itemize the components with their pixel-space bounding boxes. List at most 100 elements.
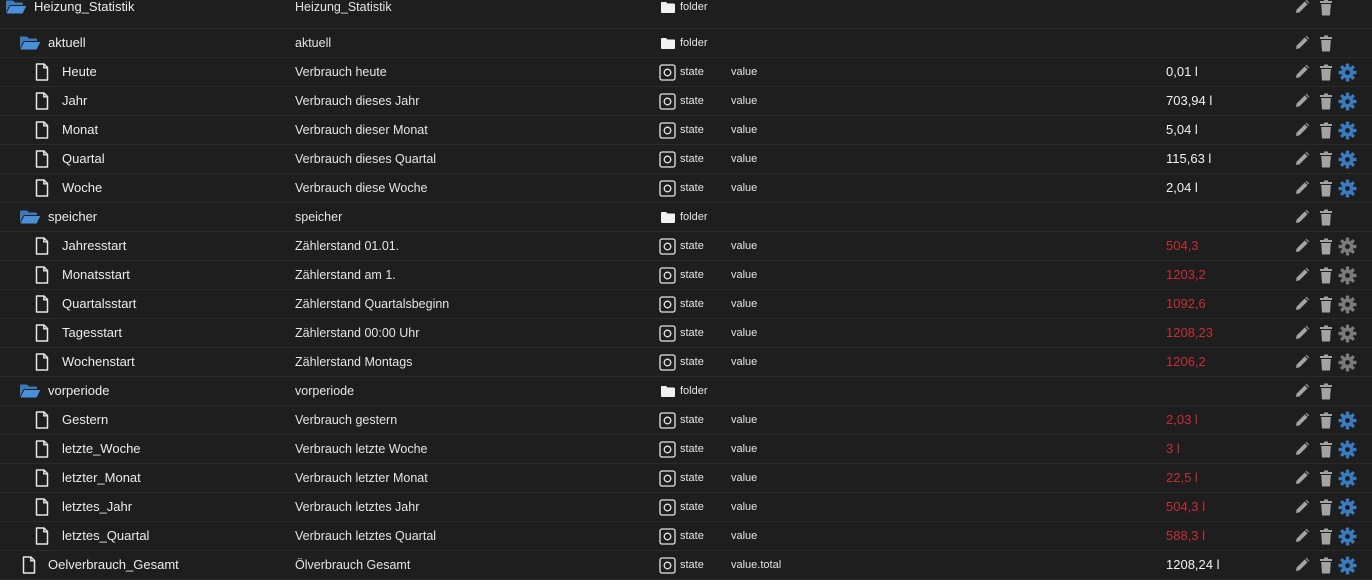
trash-icon[interactable] [1319, 261, 1333, 289]
pencil-icon[interactable] [1294, 203, 1310, 231]
gear-icon[interactable] [1338, 145, 1357, 173]
trash-icon[interactable] [1319, 232, 1333, 260]
file-icon [35, 145, 49, 173]
state-row[interactable]: Woche Verbrauch diese Woche state value 2,04… [0, 174, 1372, 203]
trash-icon[interactable] [1319, 348, 1333, 376]
state-value[interactable]: 504,3 [1166, 232, 1199, 260]
trash-icon[interactable] [1319, 58, 1333, 86]
folder-row[interactable]: aktuell aktuell folder [0, 29, 1372, 58]
pencil-icon[interactable] [1294, 290, 1310, 318]
trash-icon[interactable] [1319, 290, 1333, 318]
trash-icon[interactable] [1319, 0, 1333, 21]
state-value[interactable]: 588,3 l [1166, 522, 1205, 550]
state-row[interactable]: Oelverbrauch_Gesamt Ölverbrauch Gesamt sta… [0, 551, 1372, 580]
gear-icon[interactable] [1338, 435, 1357, 463]
state-value[interactable]: 3 l [1166, 435, 1180, 463]
state-row[interactable]: Jahresstart Zählerstand 01.01. state value 5… [0, 232, 1372, 261]
trash-icon[interactable] [1319, 145, 1333, 173]
trash-icon[interactable] [1319, 377, 1333, 405]
gear-icon[interactable] [1338, 87, 1357, 115]
pencil-icon[interactable] [1294, 551, 1310, 579]
state-value[interactable]: 0,01 l [1166, 58, 1198, 86]
folder-open-icon[interactable] [19, 377, 41, 405]
state-icon [659, 116, 676, 144]
state-value[interactable]: 1208,23 [1166, 319, 1213, 347]
folder-open-icon[interactable] [5, 0, 27, 21]
state-row[interactable]: Monat Verbrauch dieser Monat state value 5,0… [0, 116, 1372, 145]
trash-icon[interactable] [1319, 522, 1333, 550]
pencil-icon[interactable] [1294, 377, 1310, 405]
object-role: value [731, 95, 758, 107]
trash-icon[interactable] [1319, 464, 1333, 492]
state-row[interactable]: Gestern Verbrauch gestern state value 2,03 l [0, 406, 1372, 435]
trash-icon[interactable] [1319, 319, 1333, 347]
state-row[interactable]: Heute Verbrauch heute state value 0,01 l [0, 58, 1372, 87]
gear-icon[interactable] [1338, 116, 1357, 144]
folder-open-icon[interactable] [19, 203, 41, 231]
pencil-icon[interactable] [1294, 319, 1310, 347]
state-value[interactable]: 2,03 l [1166, 406, 1198, 434]
state-value[interactable]: 1092,6 [1166, 290, 1206, 318]
pencil-icon[interactable] [1294, 348, 1310, 376]
gear-icon[interactable] [1338, 319, 1357, 347]
folder-row[interactable]: speicher speicher folder [0, 203, 1372, 232]
gear-icon[interactable] [1338, 261, 1357, 289]
gear-icon[interactable] [1338, 232, 1357, 260]
state-row[interactable]: Quartal Verbrauch dieses Quartal state valu… [0, 145, 1372, 174]
pencil-icon[interactable] [1294, 58, 1310, 86]
state-row[interactable]: Wochenstart Zählerstand Montags state value… [0, 348, 1372, 377]
pencil-icon[interactable] [1294, 116, 1310, 144]
state-value[interactable]: 703,94 l [1166, 87, 1212, 115]
pencil-icon[interactable] [1294, 232, 1310, 260]
pencil-icon[interactable] [1294, 87, 1310, 115]
pencil-icon[interactable] [1294, 435, 1310, 463]
folder-row[interactable]: vorperiode vorperiode folder [0, 377, 1372, 406]
pencil-icon[interactable] [1294, 493, 1310, 521]
pencil-icon[interactable] [1294, 464, 1310, 492]
state-value[interactable]: 1208,24 l [1166, 551, 1220, 579]
trash-icon[interactable] [1319, 435, 1333, 463]
state-value[interactable]: 5,04 l [1166, 116, 1198, 144]
trash-icon[interactable] [1319, 551, 1333, 579]
gear-icon[interactable] [1338, 290, 1357, 318]
pencil-icon[interactable] [1294, 0, 1310, 21]
gear-icon[interactable] [1338, 551, 1357, 579]
trash-icon[interactable] [1319, 29, 1333, 57]
state-value[interactable]: 115,63 l [1166, 145, 1211, 173]
state-row[interactable]: letzter_Monat Verbrauch letzter Monat stat… [0, 464, 1372, 493]
pencil-icon[interactable] [1294, 29, 1310, 57]
state-value[interactable]: 1203,2 [1166, 261, 1206, 289]
trash-icon[interactable] [1319, 87, 1333, 115]
state-value[interactable]: 22,5 l [1166, 464, 1198, 492]
gear-icon[interactable] [1338, 58, 1357, 86]
state-row[interactable]: Quartalsstart Zählerstand Quartalsbeginn s… [0, 290, 1372, 319]
object-name: letzter_Monat [62, 470, 141, 485]
trash-icon[interactable] [1319, 116, 1333, 144]
folder-row[interactable]: Heizung_Statistik Heizung_Statistik folder [0, 0, 1372, 29]
folder-open-icon[interactable] [19, 29, 41, 57]
pencil-icon[interactable] [1294, 174, 1310, 202]
trash-icon[interactable] [1319, 203, 1333, 231]
state-row[interactable]: letzte_Woche Verbrauch letzte Woche state v… [0, 435, 1372, 464]
state-row[interactable]: letztes_Jahr Verbrauch letztes Jahr state v… [0, 493, 1372, 522]
pencil-icon[interactable] [1294, 145, 1310, 173]
gear-icon[interactable] [1338, 348, 1357, 376]
state-row[interactable]: Monatsstart Zählerstand am 1. state value 12… [0, 261, 1372, 290]
trash-icon[interactable] [1319, 174, 1333, 202]
gear-icon[interactable] [1338, 464, 1357, 492]
gear-icon[interactable] [1338, 406, 1357, 434]
gear-icon[interactable] [1338, 522, 1357, 550]
state-value[interactable]: 504,3 l [1166, 493, 1205, 521]
state-value[interactable]: 1206,2 [1166, 348, 1206, 376]
state-row[interactable]: letztes_Quartal Verbrauch letztes Quartal… [0, 522, 1372, 551]
state-value[interactable]: 2,04 l [1166, 174, 1198, 202]
gear-icon[interactable] [1338, 174, 1357, 202]
pencil-icon[interactable] [1294, 261, 1310, 289]
trash-icon[interactable] [1319, 406, 1333, 434]
pencil-icon[interactable] [1294, 406, 1310, 434]
pencil-icon[interactable] [1294, 522, 1310, 550]
state-row[interactable]: Jahr Verbrauch dieses Jahr state value 703,9… [0, 87, 1372, 116]
trash-icon[interactable] [1319, 493, 1333, 521]
gear-icon[interactable] [1338, 493, 1357, 521]
state-row[interactable]: Tagesstart Zählerstand 00:00 Uhr state valu… [0, 319, 1372, 348]
